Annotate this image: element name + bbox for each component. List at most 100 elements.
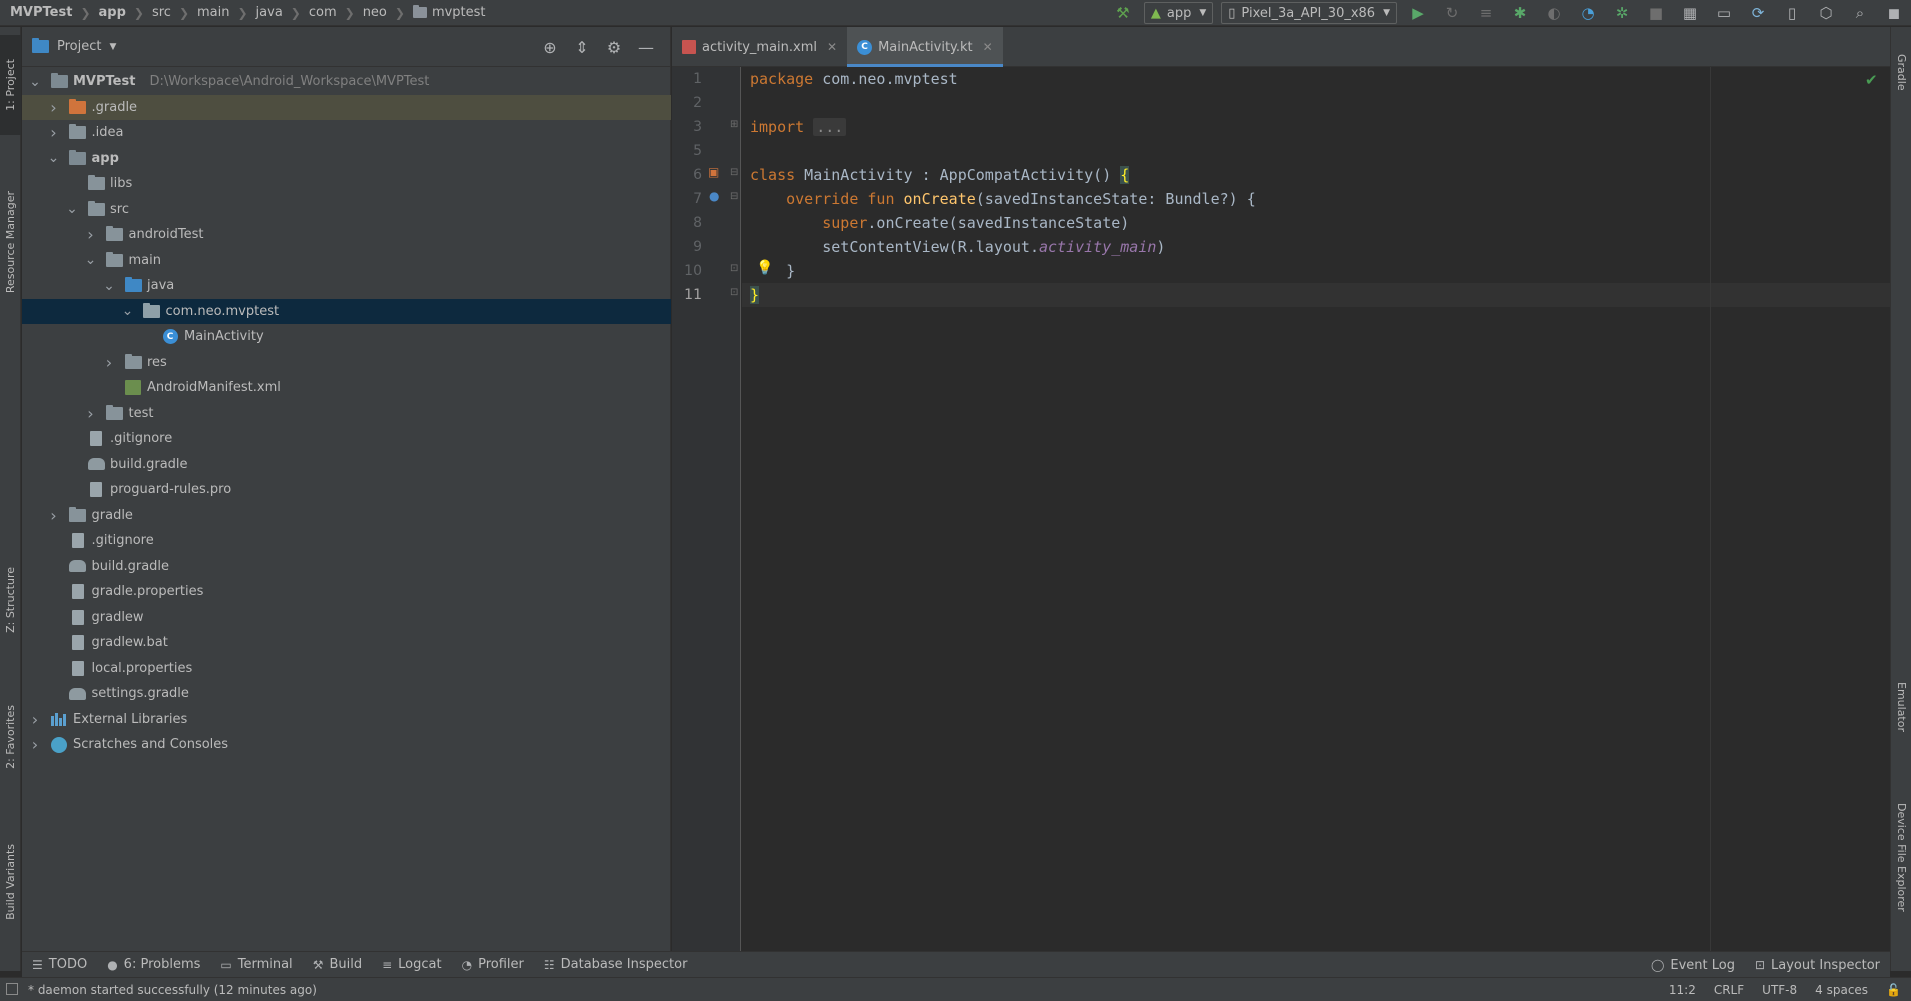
tab-terminal[interactable]: ▭ Terminal xyxy=(210,952,302,978)
fold-icon[interactable]: ⊟ xyxy=(730,167,738,178)
tree-item[interactable]: .gitignore xyxy=(22,528,671,553)
breadcrumb-item-app[interactable]: app xyxy=(99,0,126,26)
chevron-right-icon[interactable]: › xyxy=(84,225,98,244)
tree-item[interactable]: ⌄ java xyxy=(22,273,671,298)
checkmark-icon[interactable]: ✔ xyxy=(1865,71,1878,89)
chevron-right-icon[interactable]: › xyxy=(28,735,42,754)
fold-icon[interactable]: ⊞ xyxy=(730,119,738,130)
sync-icon[interactable]: ⟳ xyxy=(1741,0,1775,26)
tree-item[interactable]: › .idea xyxy=(22,120,671,145)
sdk-icon[interactable]: ⬡ xyxy=(1809,0,1843,26)
profile-icon[interactable]: ◔ xyxy=(1571,0,1605,26)
tree-item[interactable]: local.properties xyxy=(22,656,671,681)
settings-icon[interactable]: ⚙ xyxy=(598,38,630,57)
tree-item[interactable]: › androidTest xyxy=(22,222,671,247)
override-icon[interactable]: ● xyxy=(709,189,719,203)
breadcrumb-item-src[interactable]: src xyxy=(152,0,171,26)
folded-imports[interactable]: ... xyxy=(813,118,847,136)
tab-resource-manager[interactable]: Resource Manager xyxy=(0,162,21,322)
chevron-down-icon[interactable]: ⌄ xyxy=(65,202,79,216)
tab-build-variants[interactable]: Build Variants xyxy=(0,817,21,947)
chevron-down-icon[interactable]: ⌄ xyxy=(28,75,42,89)
breadcrumb-item-com[interactable]: com xyxy=(309,0,337,26)
tree-item[interactable]: gradle.properties xyxy=(22,579,671,604)
apply-changes-icon[interactable]: ✲ xyxy=(1605,0,1639,26)
tree-item[interactable]: .gitignore xyxy=(22,426,671,451)
tree-item[interactable]: ⌄ com.neo.mvptest xyxy=(22,298,671,324)
tab-problems[interactable]: ● 6: Problems xyxy=(97,952,210,978)
tab-gradle[interactable]: Gradle xyxy=(1891,37,1911,107)
user-icon[interactable]: ◼ xyxy=(1877,0,1911,26)
tab-activity-main-xml[interactable]: activity_main.xml ✕ xyxy=(672,27,847,67)
breadcrumb-item-mvptest[interactable]: MVPTest xyxy=(10,0,72,26)
tab-logcat[interactable]: ≡ Logcat xyxy=(372,952,452,978)
tree-item[interactable]: ⌄ main xyxy=(22,248,671,273)
tree-item[interactable]: › External Libraries xyxy=(22,707,671,732)
android-activity-icon[interactable]: ▣ xyxy=(708,165,719,179)
breadcrumb-item-java[interactable]: java xyxy=(256,0,283,26)
tab-todo[interactable]: ☰ TODO xyxy=(22,952,97,978)
tree-item[interactable]: › res xyxy=(22,350,671,375)
breadcrumb-item-neo[interactable]: neo xyxy=(363,0,387,26)
search-icon[interactable]: ⌕ xyxy=(1843,0,1877,26)
stop-icon[interactable]: ■ xyxy=(1639,0,1673,26)
tree-item[interactable]: › Scratches and Consoles xyxy=(22,732,671,757)
tab-database-inspector[interactable]: ☷ Database Inspector xyxy=(534,952,698,978)
coverage-icon[interactable]: ≡ xyxy=(1469,0,1503,26)
rerun-icon[interactable]: ↻ xyxy=(1435,0,1469,26)
chevron-right-icon[interactable]: › xyxy=(47,506,61,525)
tree-item[interactable]: libs xyxy=(22,171,671,196)
fold-end-icon[interactable]: ⊡ xyxy=(730,263,738,274)
fold-icon[interactable]: ⊟ xyxy=(730,191,738,202)
tab-layout-inspector[interactable]: ⊡ Layout Inspector xyxy=(1745,952,1890,978)
close-icon[interactable]: ✕ xyxy=(827,40,837,54)
run-config-select[interactable]: ▲ app ▼ xyxy=(1143,2,1214,24)
tree-item[interactable]: proguard-rules.pro xyxy=(22,477,671,502)
tab-emulator[interactable]: Emulator xyxy=(1891,657,1911,757)
breadcrumb-item-mvptest-package[interactable]: mvptest xyxy=(412,0,486,26)
line-separator[interactable]: CRLF xyxy=(1714,983,1744,997)
fold-end-icon[interactable]: ⊡ xyxy=(730,287,738,298)
chevron-down-icon[interactable]: ⌄ xyxy=(121,304,135,318)
project-structure-icon[interactable]: ▦ xyxy=(1673,0,1707,26)
tree-item[interactable]: › .gradle xyxy=(22,94,671,120)
caret-position[interactable]: 11:2 xyxy=(1669,983,1696,997)
lightbulb-icon[interactable]: 💡 xyxy=(756,260,773,276)
code-editor[interactable]: package com.neo.mvptest import ... class… xyxy=(742,67,1890,951)
tree-item[interactable]: ⌄ src xyxy=(22,197,671,222)
tab-event-log[interactable]: ◯ Event Log xyxy=(1641,952,1745,978)
tree-item[interactable]: › gradle xyxy=(22,503,671,528)
tree-item[interactable]: C MainActivity xyxy=(22,324,671,349)
attach-icon[interactable]: ◐ xyxy=(1537,0,1571,26)
breadcrumb-item-main[interactable]: main xyxy=(197,0,229,26)
tab-mainactivity-kt[interactable]: C MainActivity.kt ✕ xyxy=(847,27,1003,67)
tree-item[interactable]: ⌄ app xyxy=(22,146,671,171)
project-view-select[interactable]: Project ▼ xyxy=(32,38,116,54)
chevron-down-icon[interactable]: ⌄ xyxy=(102,279,116,293)
debug-icon[interactable]: ✱ xyxy=(1503,0,1537,26)
locate-icon[interactable]: ⊕ xyxy=(534,38,566,57)
tree-item[interactable]: AndroidManifest.xml xyxy=(22,375,671,400)
tab-project[interactable]: 1: Project xyxy=(0,35,21,135)
avd-icon[interactable]: ▯ xyxy=(1775,0,1809,26)
tree-item[interactable]: › test xyxy=(22,401,671,426)
chevron-right-icon[interactable]: › xyxy=(47,98,61,117)
tab-structure[interactable]: Z: Structure xyxy=(0,542,21,657)
run-icon[interactable]: ▶ xyxy=(1401,0,1435,26)
tab-build[interactable]: ⚒ Build xyxy=(303,952,372,978)
hide-icon[interactable]: — xyxy=(630,38,662,57)
tree-item[interactable]: gradlew.bat xyxy=(22,630,671,655)
indent-setting[interactable]: 4 spaces xyxy=(1815,983,1868,997)
tree-item[interactable]: build.gradle xyxy=(22,452,671,477)
tab-profiler[interactable]: ◔ Profiler xyxy=(452,952,534,978)
chevron-down-icon[interactable]: ⌄ xyxy=(84,253,98,267)
tree-item[interactable]: ⌄ MVPTest D:\Workspace\Android_Workspace\M… xyxy=(22,69,671,94)
tree-item[interactable]: gradlew xyxy=(22,605,671,630)
tab-favorites[interactable]: 2: Favorites xyxy=(0,677,21,797)
status-message[interactable]: * daemon started successfully (12 minute… xyxy=(0,983,317,997)
device-select[interactable]: ▯ Pixel_3a_API_30_x86 ▼ xyxy=(1221,2,1397,24)
lock-icon[interactable]: 🔓 xyxy=(1886,983,1901,997)
hammer-icon[interactable]: ⚒ xyxy=(1106,0,1140,26)
tab-device-file-explorer[interactable]: Device File Explorer xyxy=(1891,767,1911,947)
file-encoding[interactable]: UTF-8 xyxy=(1762,983,1797,997)
